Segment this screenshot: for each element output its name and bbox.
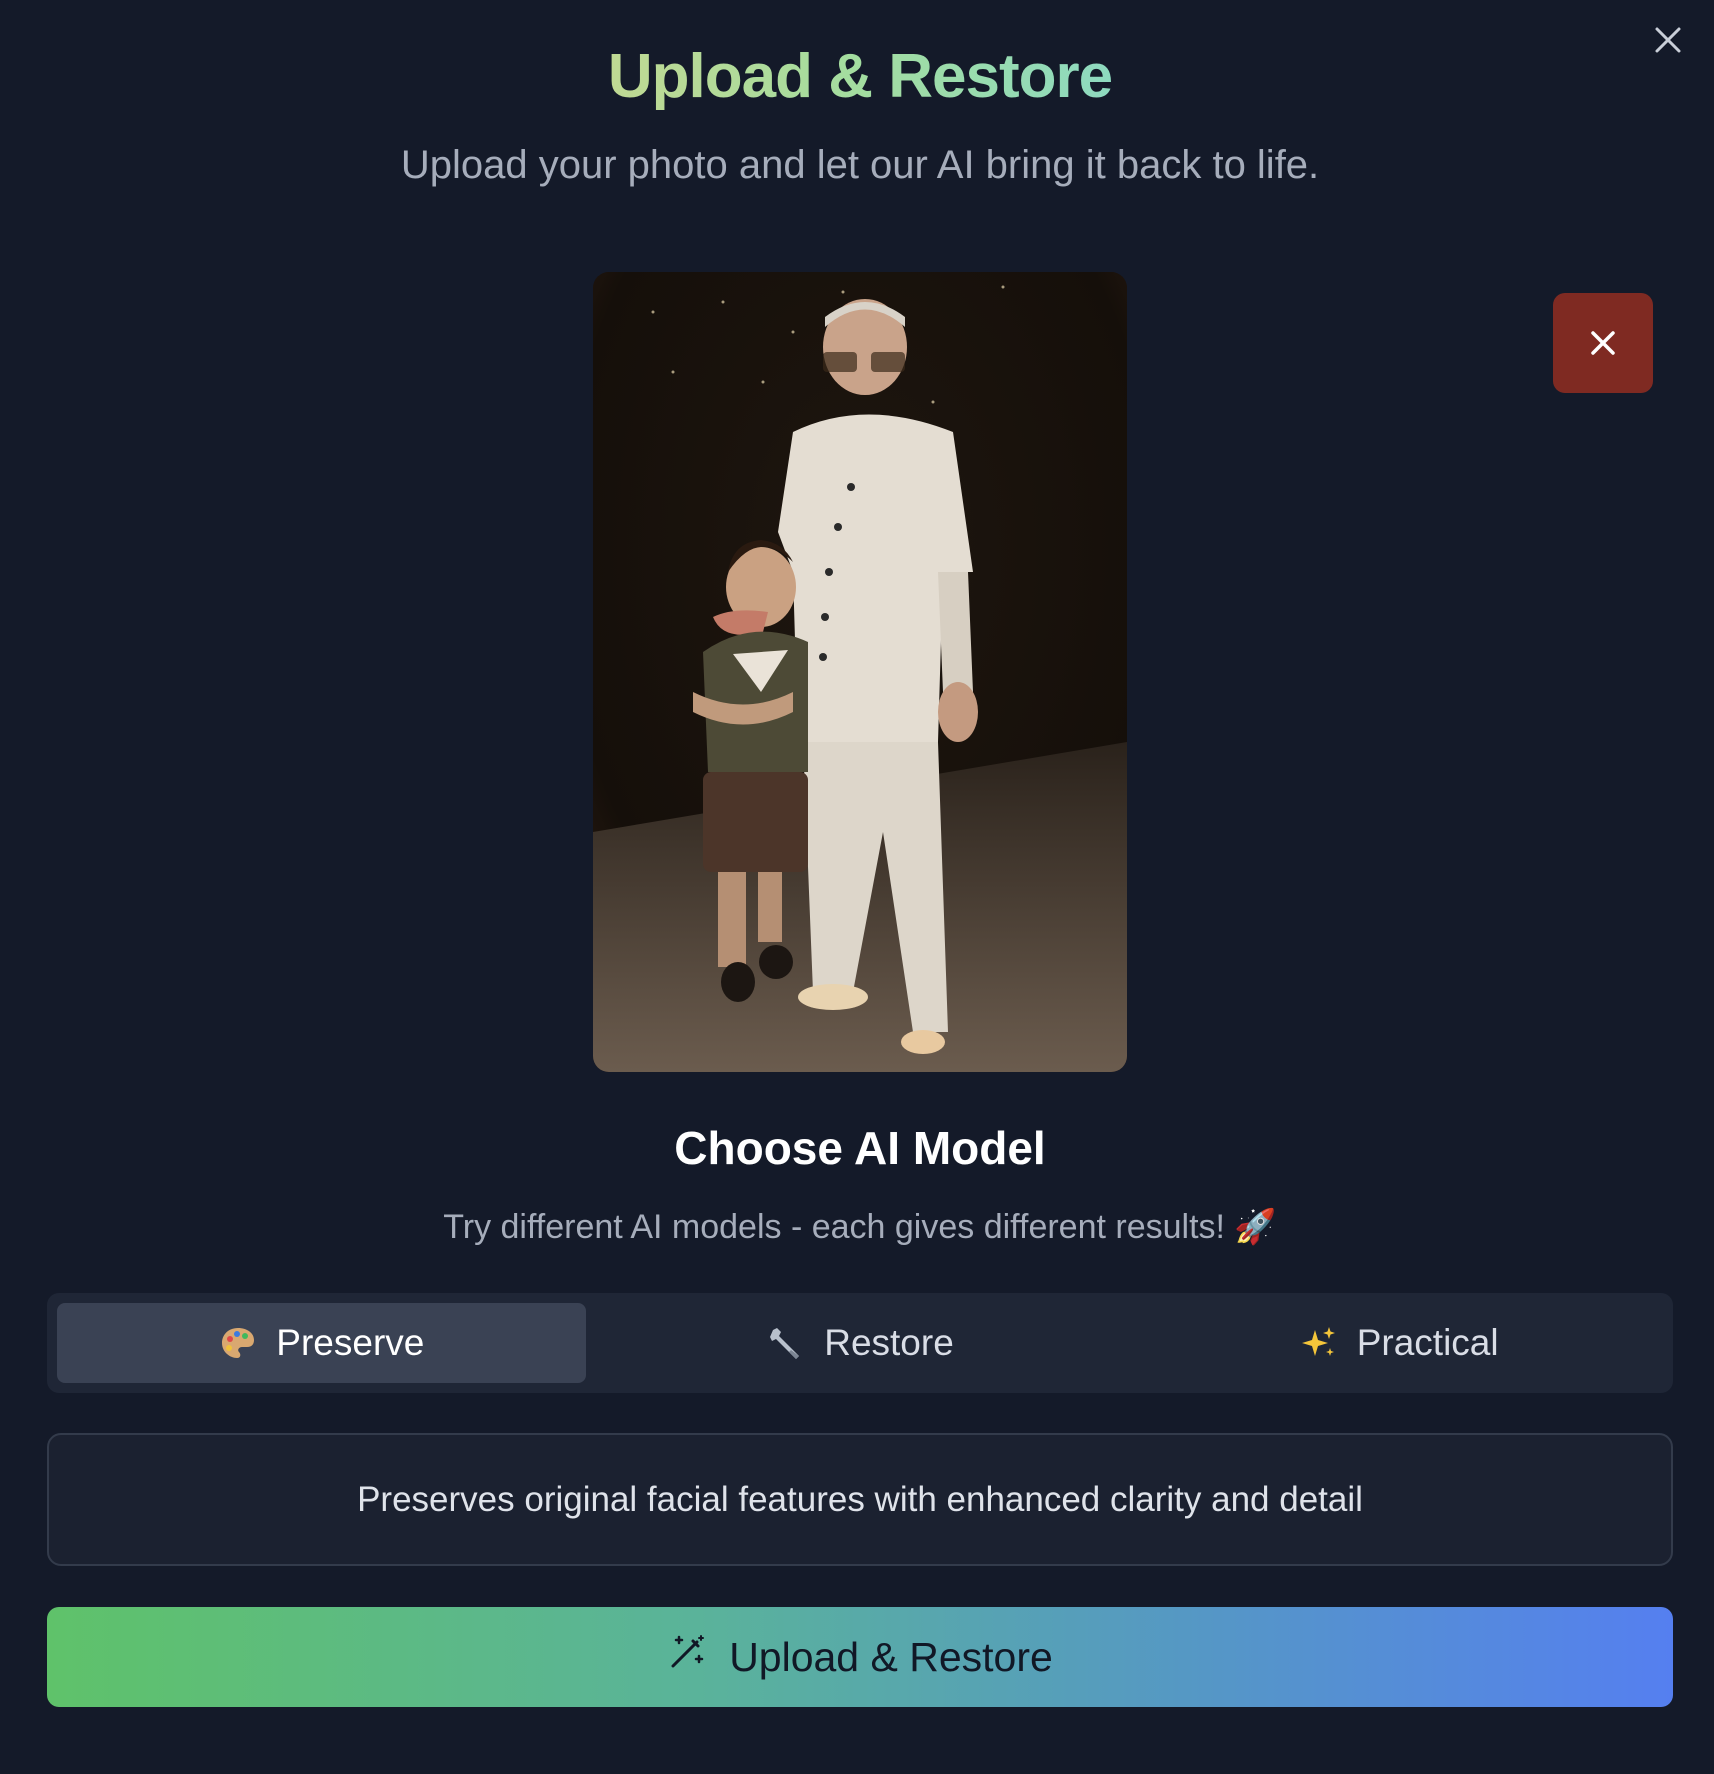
tab-practical[interactable]: Practical: [1134, 1303, 1663, 1383]
model-description: Preserves original facial features with …: [47, 1433, 1673, 1566]
tab-restore[interactable]: Restore: [596, 1303, 1125, 1383]
upload-restore-button-label: Upload & Restore: [729, 1633, 1053, 1680]
uploaded-photo-preview: [593, 272, 1127, 1072]
model-tabs: Preserve Restore Practical: [47, 1293, 1673, 1393]
magic-wand-icon: [667, 1632, 707, 1682]
close-icon: [1591, 331, 1615, 355]
wrench-icon: [766, 1323, 806, 1363]
choose-model-subtitle: Try different AI models - each gives dif…: [443, 1208, 1277, 1246]
palette-icon: [218, 1323, 258, 1363]
tab-preserve-label: Preserve: [276, 1322, 425, 1363]
tab-practical-label: Practical: [1356, 1322, 1499, 1363]
upload-restore-button[interactable]: Upload & Restore: [47, 1607, 1673, 1707]
choose-model-title: Choose AI Model: [674, 1122, 1046, 1174]
tab-preserve[interactable]: Preserve: [57, 1303, 586, 1383]
sparkles-icon: [1299, 1323, 1339, 1363]
upload-restore-modal: Upload & Restore Upload your photo and l…: [0, 0, 1714, 1774]
photo-image: [593, 272, 1127, 1072]
model-description-text: Preserves original facial features with …: [357, 1479, 1363, 1519]
remove-photo-button[interactable]: [1553, 293, 1653, 393]
modal-subtitle: Upload your photo and let our AI bring i…: [400, 143, 1320, 187]
modal-title: Upload & Restore: [0, 40, 1714, 114]
tab-restore-label: Restore: [824, 1322, 954, 1363]
